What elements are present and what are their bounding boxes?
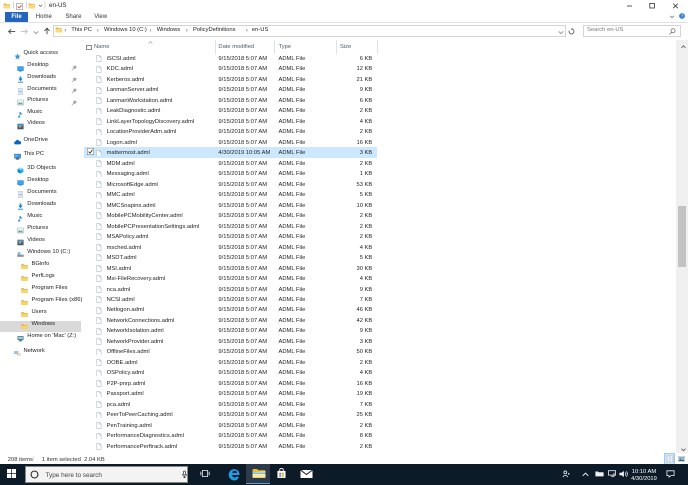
svg-text:10:10 AM: 10:10 AM — [632, 469, 657, 475]
svg-text:4/30/2019: 4/30/2019 — [631, 476, 657, 481]
